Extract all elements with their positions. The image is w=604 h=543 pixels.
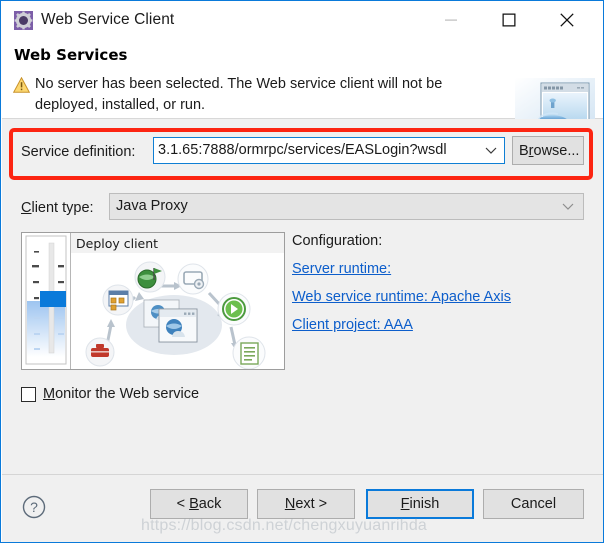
next-button-label: Next > xyxy=(284,496,328,512)
back-button-label: < Back xyxy=(176,496,222,512)
finish-button-label: Finish xyxy=(400,496,440,512)
chevron-down-icon[interactable] xyxy=(478,138,504,163)
deployment-preview-panel: Deploy client xyxy=(21,232,285,370)
monitor-web-service-label: Monitor the Web service xyxy=(43,386,200,402)
link-server-runtime[interactable]: Server runtime: xyxy=(292,261,391,277)
client-type-combo[interactable]: Java Proxy xyxy=(109,193,584,220)
wizard-header: Web Services No server has been selected… xyxy=(2,38,603,134)
warning-triangle-icon xyxy=(12,76,31,93)
deployment-stage-slider[interactable] xyxy=(22,233,71,369)
browse-button-label: Browse... xyxy=(519,142,580,159)
client-type-label: Client type: xyxy=(21,200,94,216)
client-type-value: Java Proxy xyxy=(116,198,188,214)
diagram-title: Deploy client xyxy=(76,236,159,251)
service-definition-label: Service definition: xyxy=(21,144,136,160)
window-title: Web Service Client xyxy=(41,11,175,28)
browse-button[interactable]: Browse... xyxy=(512,136,584,165)
next-button[interactable]: Next > xyxy=(257,489,355,519)
help-question-icon[interactable]: ? xyxy=(22,495,46,519)
wizard-body: Service definition: 3.1.65:7888/ormrpc/s… xyxy=(2,119,603,474)
web-service-client-dialog: Web Service Client Web Services No serve… xyxy=(0,0,604,543)
back-button[interactable]: < Back xyxy=(150,489,248,519)
title-bar: Web Service Client xyxy=(2,2,603,38)
dialog-footer: ? < Back Next > Finish Cancel xyxy=(2,475,603,542)
page-title: Web Services xyxy=(14,46,128,64)
link-web-service-runtime[interactable]: Web service runtime: Apache Axis xyxy=(292,289,511,305)
link-client-project[interactable]: Client project: AAA xyxy=(292,317,413,333)
service-definition-input[interactable]: 3.1.65:7888/ormrpc/services/EASLogin?wsd… xyxy=(158,142,470,158)
chevron-down-icon[interactable] xyxy=(555,194,581,219)
cancel-button[interactable]: Cancel xyxy=(483,489,584,519)
svg-text:?: ? xyxy=(30,499,38,515)
warning-message: No server has been selected. The Web ser… xyxy=(35,76,443,113)
deploy-client-diagram: Deploy client xyxy=(71,233,284,369)
maximize-button[interactable] xyxy=(486,3,532,37)
finish-button[interactable]: Finish xyxy=(366,489,474,519)
configuration-title: Configuration: xyxy=(292,233,383,249)
minimize-button[interactable] xyxy=(428,3,474,37)
service-definition-combo[interactable]: 3.1.65:7888/ormrpc/services/EASLogin?wsd… xyxy=(153,137,505,164)
cancel-button-label: Cancel xyxy=(510,496,557,512)
gear-icon xyxy=(14,11,33,30)
close-button[interactable] xyxy=(544,3,590,37)
checkbox-box[interactable] xyxy=(21,387,36,402)
